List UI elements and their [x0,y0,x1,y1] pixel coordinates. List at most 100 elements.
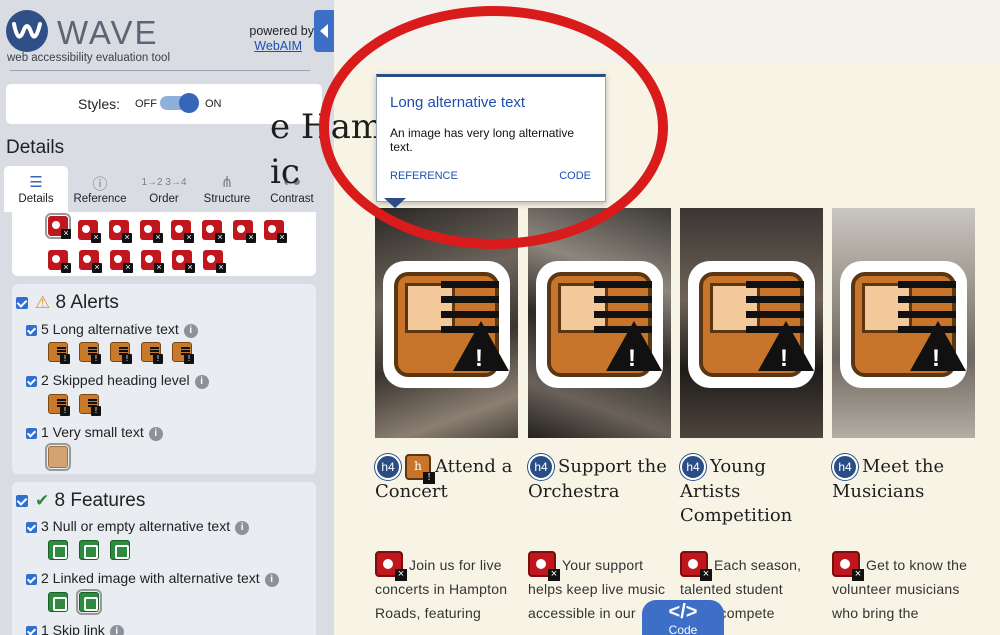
error-icon[interactable] [264,220,287,243]
item-checkbox[interactable] [26,573,37,585]
skipped-heading-alert-icon[interactable]: h [405,454,435,484]
tab-label: Details [18,193,54,205]
error-icon[interactable] [172,250,195,273]
card-photo-competition[interactable]: ! [680,208,823,438]
brand-divider [10,70,310,71]
styles-off-label: OFF [135,98,157,110]
code-icon: </> [668,601,698,623]
item-label: 2 Linked image with alternative text [41,570,260,586]
error-icon[interactable] [233,220,256,243]
tab-order[interactable]: 1→2 3→4 Order [138,166,190,212]
linked-image-feature-icon[interactable] [76,589,102,615]
error-icon[interactable] [79,250,102,273]
tab-details[interactable]: ☰ Details [4,166,68,212]
structure-icon: ⋔ [220,174,234,191]
info-icon[interactable]: i [183,324,198,338]
info-icon[interactable]: i [194,375,209,389]
long-alt-alert-icon[interactable] [79,342,101,364]
null-alt-feature-icon[interactable] [110,540,130,560]
error-icon[interactable] [141,250,164,273]
tab-structure[interactable]: ⋔ Structure [196,166,258,212]
styles-toggle[interactable] [160,93,199,113]
null-alt-feature-icon[interactable] [48,540,68,560]
item-checkbox[interactable] [26,375,37,387]
tab-reference[interactable]: ⓘ Reference [70,166,130,212]
feature-icon-row [48,589,118,616]
powered-by-text: powered by [249,24,314,38]
toggle-knob[interactable] [179,93,199,113]
features-count: 8 Features [54,490,146,511]
features-checkbox[interactable] [16,494,28,507]
long-alt-alert-icon[interactable] [48,342,70,364]
hero-heading-line2: ic [270,152,300,192]
h4-heading-icon[interactable]: h4 [375,454,401,480]
alerts-heading: ⚠ 8 Alerts [16,292,119,314]
null-alt-feature-icon[interactable] [79,540,99,560]
long-alt-alert-icon[interactable]: ! [383,261,510,388]
webaim-link[interactable]: WebAIM [254,39,302,53]
item-checkbox[interactable] [26,427,37,439]
wave-brand: WAVE web accessibility evaluation tool p… [4,8,324,71]
error-icon[interactable] [171,220,194,243]
details-panel: ⚠ 8 Alerts 5 Long alternative text i 2 Sk… [12,212,316,635]
card-heading-concert[interactable]: h4hAttend a Concert [375,454,525,504]
card-heading-competition[interactable]: h4 Young Artists Competition [680,454,820,528]
error-icon[interactable] [45,213,71,239]
alert-icon-row [48,394,118,418]
styles-label: Styles: [78,96,121,112]
feature-item-null-alt: 3 Null or empty alternative text i [26,518,250,535]
long-alt-alert-icon[interactable]: ! [688,261,815,388]
skipped-heading-alert-icon[interactable] [48,394,70,416]
card-photo-musicians[interactable]: ! [832,208,975,438]
alert-item-small-text: 1 Very small text i [26,424,163,441]
alerts-count: 8 Alerts [55,292,119,313]
card-body-concert: Join us for live concerts in Hampton Roa… [375,551,521,625]
alert-item-skipped-heading: 2 Skipped heading level i [26,372,209,389]
error-icon[interactable] [109,220,132,243]
h4-heading-icon[interactable]: h4 [832,454,858,480]
info-icon[interactable]: i [264,573,279,587]
features-heading: ✔ 8 Features [16,490,145,512]
error-icon[interactable] [202,220,225,243]
error-icon[interactable] [203,250,226,273]
error-icon[interactable] [832,551,864,581]
error-icon[interactable] [680,551,712,581]
long-alt-alert-icon[interactable] [172,342,194,364]
long-alt-alert-icon[interactable]: ! [840,261,967,388]
long-alt-alert-icon[interactable] [141,342,163,364]
long-alt-alert-icon[interactable] [110,342,132,364]
tab-label: Contrast [270,193,314,205]
alerts-checkbox[interactable] [16,296,28,309]
item-label: 1 Very small text [41,424,144,440]
details-heading: Details [6,137,65,158]
error-icon[interactable] [528,551,560,581]
feature-item-linked-image: 2 Linked image with alternative text i [26,570,279,587]
item-label: 2 Skipped heading level [41,372,190,388]
long-alt-alert-icon[interactable]: ! [536,261,663,388]
wave-logo-icon [6,10,48,52]
check-circle-icon: ✔ [35,491,50,510]
skipped-heading-alert-icon[interactable] [79,394,101,416]
item-checkbox[interactable] [26,324,37,336]
error-icon[interactable] [78,220,101,243]
styles-on-label: ON [205,98,222,110]
alert-icon-row [48,342,198,366]
code-toggle-button[interactable]: </> Code [642,600,724,635]
info-icon[interactable]: i [109,625,124,635]
h4-heading-icon[interactable]: h4 [680,454,706,480]
small-text-alert-icon[interactable] [45,443,71,471]
info-icon[interactable]: i [235,521,250,535]
linked-image-feature-icon[interactable] [48,592,68,612]
error-icon[interactable] [375,551,407,581]
wave-sidebar: WAVE web accessibility evaluation tool p… [0,0,334,635]
error-icon[interactable] [48,250,71,273]
card-heading-musicians[interactable]: h4 Meet the Musicians [832,454,982,504]
error-icon[interactable] [110,250,133,273]
collapse-sidebar-button[interactable] [314,10,334,52]
item-checkbox[interactable] [26,625,37,635]
info-icon[interactable]: i [148,427,163,441]
item-checkbox[interactable] [26,521,37,533]
error-icon[interactable] [140,220,163,243]
card-heading-orchestra[interactable]: h4 Support the Orchestra [528,454,676,504]
h4-heading-icon[interactable]: h4 [528,454,554,480]
